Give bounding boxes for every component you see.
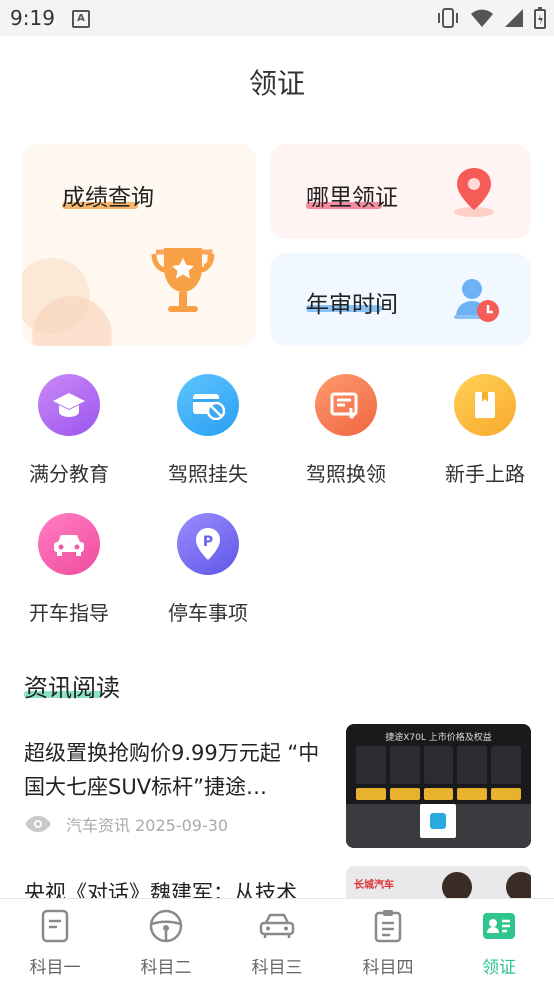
news-item-title[interactable]: 超级置换抢购价9.99万元起 “中国大七座SUV标杆”捷途… (24, 736, 324, 804)
decor-circles (22, 258, 112, 346)
location-pin-icon (454, 168, 494, 217)
thumb-caption: 捷途X70L 上市价格及权益 (385, 733, 492, 743)
news-thumbnail[interactable]: 捷途X70L 上市价格及权益 (346, 724, 531, 848)
svg-text:P: P (203, 534, 213, 550)
steering-wheel-icon (111, 907, 221, 945)
bottom-tab-bar: 科目一 科目二 科目三 科目四 领证 (0, 898, 554, 985)
thumb-price-columns (356, 746, 521, 784)
tab-label: 科目四 (362, 958, 414, 978)
service-label: 驾照挂失 (168, 462, 248, 486)
news-heading: 资讯阅读 (24, 674, 120, 702)
graduation-cap-icon (38, 374, 100, 436)
subject-one-icon (0, 907, 110, 945)
car-icon (38, 513, 100, 575)
tab-subject-three[interactable]: 科目三 (222, 907, 332, 978)
person-clock-icon (454, 279, 499, 322)
battery-icon (534, 7, 546, 29)
status-bar: 9:19 A (0, 0, 554, 36)
driving-guidance-item[interactable]: 开车指导 (9, 513, 129, 626)
card-block-icon (177, 374, 239, 436)
score-query-label: 成绩查询 (62, 185, 154, 211)
vibrate-icon (438, 8, 458, 28)
score-query-card[interactable]: 成绩查询 (22, 144, 256, 346)
full-score-education-item[interactable]: 满分教育 (9, 374, 129, 487)
notification-a-icon: A (72, 10, 90, 28)
eye-icon (25, 816, 51, 832)
news-item-meta: 汽车资讯 2025-09-30 (24, 812, 228, 836)
license-lost-item[interactable]: 驾照挂失 (148, 374, 268, 487)
trophy-icon (151, 248, 215, 312)
news-thumbnail[interactable]: 长城汽车 (346, 866, 531, 900)
book-icon (454, 374, 516, 436)
service-label: 开车指导 (29, 601, 109, 625)
service-label: 新手上路 (445, 462, 525, 486)
news-item-title[interactable]: 央视《对话》魏建军：从技术 (24, 876, 329, 898)
news-date: 2025-09-30 (135, 816, 229, 835)
wifi-icon (471, 9, 493, 27)
status-icons (436, 7, 546, 29)
thumb-price-bars (356, 788, 521, 800)
news-source: 汽车资讯 (66, 816, 131, 835)
page-title: 领证 (248, 67, 305, 100)
tab-get-license[interactable]: 领证 (444, 907, 554, 978)
tab-subject-four[interactable]: 科目四 (333, 907, 443, 978)
tab-label: 领证 (482, 958, 516, 978)
service-label: 满分教育 (29, 462, 109, 486)
tab-label: 科目三 (251, 958, 303, 978)
tab-subject-two[interactable]: 科目二 (111, 907, 221, 978)
annual-review-label: 年审时间 (306, 292, 398, 318)
license-renew-item[interactable]: 驾照换领 (286, 374, 406, 487)
parking-pin-icon: P (177, 513, 239, 575)
new-driver-item[interactable]: 新手上路 (425, 374, 545, 487)
where-to-get-card[interactable]: 哪里领证 (270, 144, 531, 239)
status-time: 9:19 (10, 6, 55, 30)
service-label: 停车事项 (168, 601, 248, 625)
service-label: 驾照换领 (306, 462, 386, 486)
tab-label: 科目二 (140, 958, 192, 978)
qr-code-image (420, 804, 456, 838)
signal-icon (505, 9, 523, 27)
tab-subject-one[interactable]: 科目一 (0, 907, 110, 978)
annual-review-card[interactable]: 年审时间 (270, 253, 531, 346)
clipboard-icon (333, 907, 443, 945)
thumb-caption: 长城汽车 (354, 880, 394, 891)
license-renew-icon (315, 374, 377, 436)
id-card-icon (444, 907, 554, 945)
tab-label: 科目一 (29, 958, 81, 978)
where-to-get-label: 哪里领证 (306, 185, 398, 211)
car-front-icon (222, 907, 332, 945)
parking-matters-item[interactable]: P 停车事项 (148, 513, 268, 626)
